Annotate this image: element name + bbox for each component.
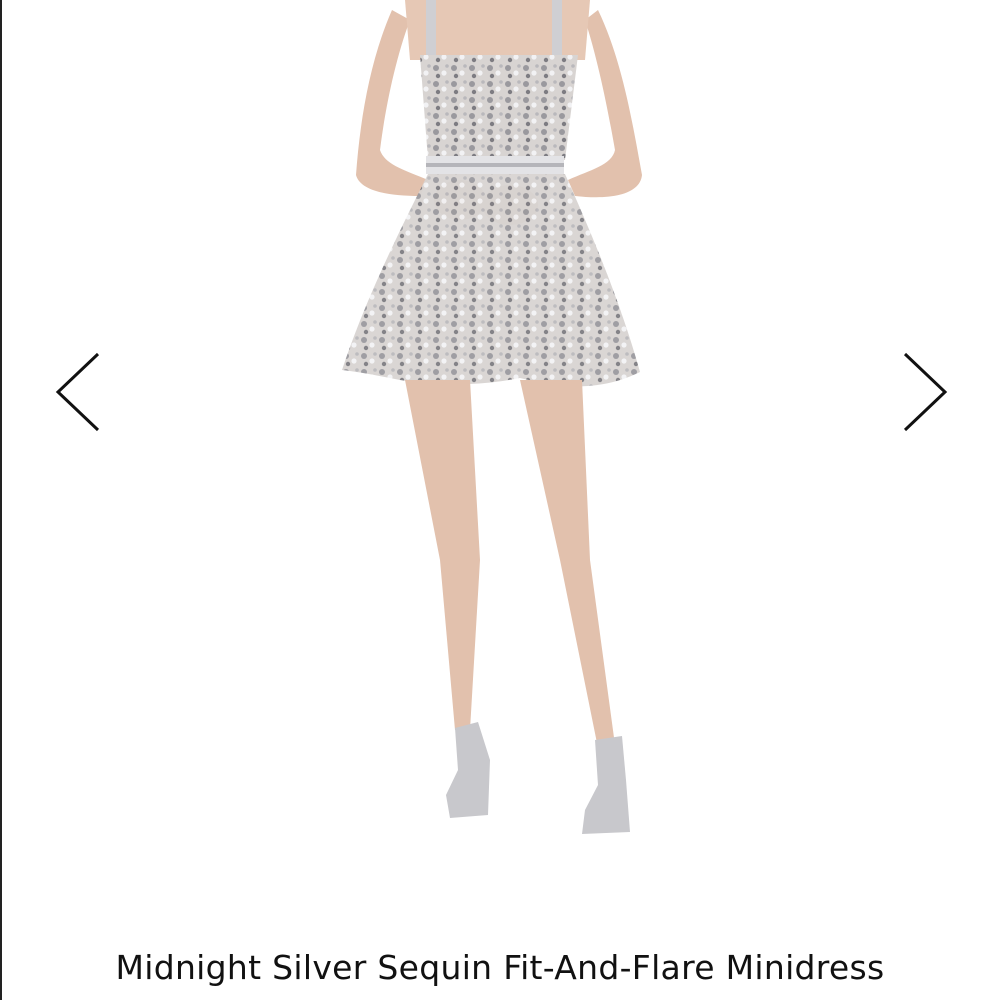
product-image-gallery[interactable]	[0, 0, 1000, 940]
product-image	[342, 0, 642, 834]
next-image-button[interactable]	[895, 350, 955, 434]
chevron-right-icon	[903, 352, 948, 432]
chevron-left-icon	[55, 352, 100, 432]
product-page: Midnight Silver Sequin Fit-And-Flare Min…	[0, 0, 1000, 1000]
product-title: Midnight Silver Sequin Fit-And-Flare Min…	[115, 948, 885, 987]
previous-image-button[interactable]	[50, 350, 110, 434]
